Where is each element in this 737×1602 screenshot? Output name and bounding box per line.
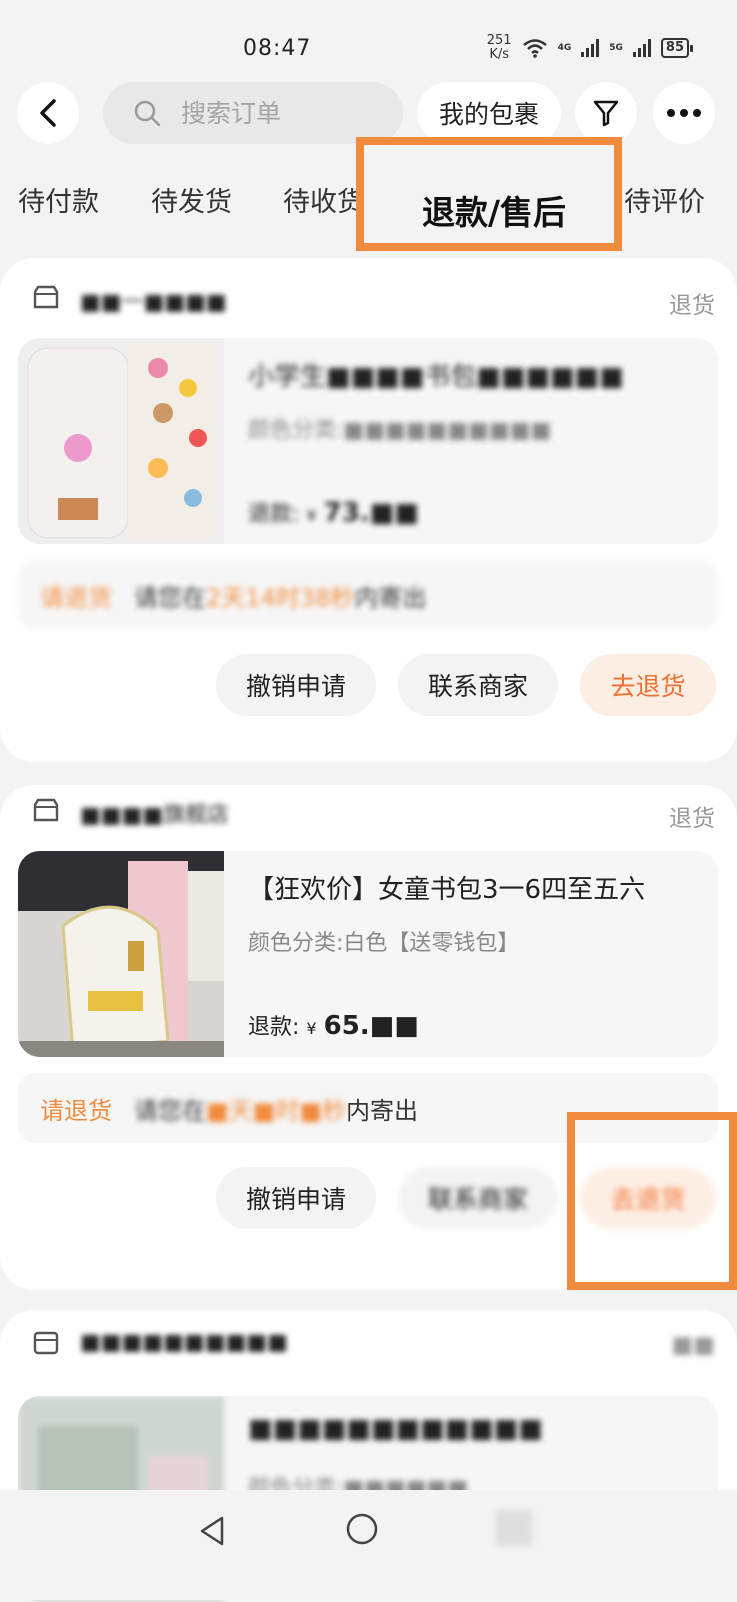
filter-icon (593, 100, 619, 127)
status-label: 退货 (669, 806, 715, 832)
status-label: 退货 (669, 293, 715, 319)
system-nav-bar (0, 1490, 737, 1600)
battery-icon: 85 (660, 38, 694, 58)
tab-pending-review[interactable]: 待评价 (624, 180, 705, 219)
network-speed: 251 K/s (486, 33, 512, 62)
product-title: 小学生■■■■书包■■■■■■ (248, 362, 624, 392)
store-icon (33, 285, 59, 309)
store-name[interactable]: ■■■■■■■■■■ (80, 1330, 288, 1355)
more-button[interactable] (653, 82, 715, 144)
nav-home-icon[interactable] (345, 1512, 379, 1546)
product-row[interactable]: 小学生■■■■书包■■■■■■ 颜色分类:■■■■■■■■■■ 退款: ¥ 73… (18, 338, 718, 544)
network-type-2: 5G (609, 43, 623, 53)
signal-icon (581, 39, 600, 57)
nav-back-icon[interactable] (196, 1514, 230, 1548)
signal-icon-2 (632, 39, 651, 57)
search-icon (134, 100, 161, 127)
search-input[interactable] (179, 97, 383, 129)
product-image[interactable] (18, 851, 224, 1057)
back-arrow-icon (40, 99, 56, 127)
refund-amount: 退款: ¥ 65.■■ (248, 1011, 419, 1041)
tab-pending-payment[interactable]: 待付款 (18, 180, 99, 219)
return-notice: 请退货 请您在 2天14时38秒 内寄出 (18, 560, 718, 630)
filter-button[interactable] (575, 82, 637, 144)
wifi-icon (522, 39, 547, 58)
contact-seller-button[interactable]: 联系商家 (398, 1167, 558, 1229)
product-row[interactable]: 【狂欢价】女童书包3一6四至五六 颜色分类:白色【送零钱包】 退款: ¥ 65.… (18, 851, 718, 1057)
go-return-button[interactable]: 去退货 (580, 654, 716, 716)
product-attributes: 颜色分类:白色【送零钱包】 (248, 931, 520, 956)
highlight-box (567, 1112, 737, 1290)
store-icon (33, 798, 59, 822)
product-attributes: 颜色分类:■■■■■■■■■■ (248, 418, 552, 443)
cancel-request-button[interactable]: 撤销申请 (216, 654, 376, 716)
store-name[interactable]: ■■■■旗舰店 (80, 797, 229, 829)
notice-label: 请退货 (40, 583, 112, 612)
refund-amount: 退款: ¥ 73.■■ (248, 498, 419, 528)
cancel-request-button[interactable]: 撤销申请 (216, 1167, 376, 1229)
status-bar: 08:47 251 K/s 4G 5G 85 (0, 0, 737, 90)
store-icon (33, 1331, 59, 1355)
contact-seller-button[interactable]: 联系商家 (398, 654, 558, 716)
back-button[interactable] (17, 82, 79, 144)
store-name[interactable]: ■■一■■■■ (80, 284, 227, 316)
network-type-1: 4G (557, 43, 572, 53)
product-title: 【狂欢价】女童书包3一6四至五六 (248, 875, 646, 905)
product-image[interactable] (18, 338, 224, 544)
clock: 08:47 (243, 36, 312, 61)
more-dots-icon (667, 109, 701, 117)
order-card[interactable]: ■■一■■■■ 退货 小学生■■■■书包■■■■■■ 颜色分类:■■■■■■■■… (0, 258, 737, 762)
notice-label: 请退货 (40, 1096, 112, 1125)
countdown: 2天14时38秒 (206, 583, 355, 612)
tab-pending-shipment[interactable]: 待发货 (151, 180, 232, 219)
tab-pending-receipt[interactable]: 待收货 (283, 180, 364, 219)
status-label: ■■ (671, 1332, 715, 1358)
status-icons: 251 K/s 4G 5G 85 (486, 33, 694, 62)
countdown: ■天■时■秒 (206, 1096, 347, 1125)
search-bar[interactable] (103, 82, 403, 144)
my-packages-button[interactable]: 我的包裹 (417, 82, 561, 144)
highlight-box (356, 137, 622, 251)
nav-recents-icon[interactable] (496, 1510, 532, 1546)
product-title: ■■■■■■■■■■■■ (248, 1414, 543, 1444)
